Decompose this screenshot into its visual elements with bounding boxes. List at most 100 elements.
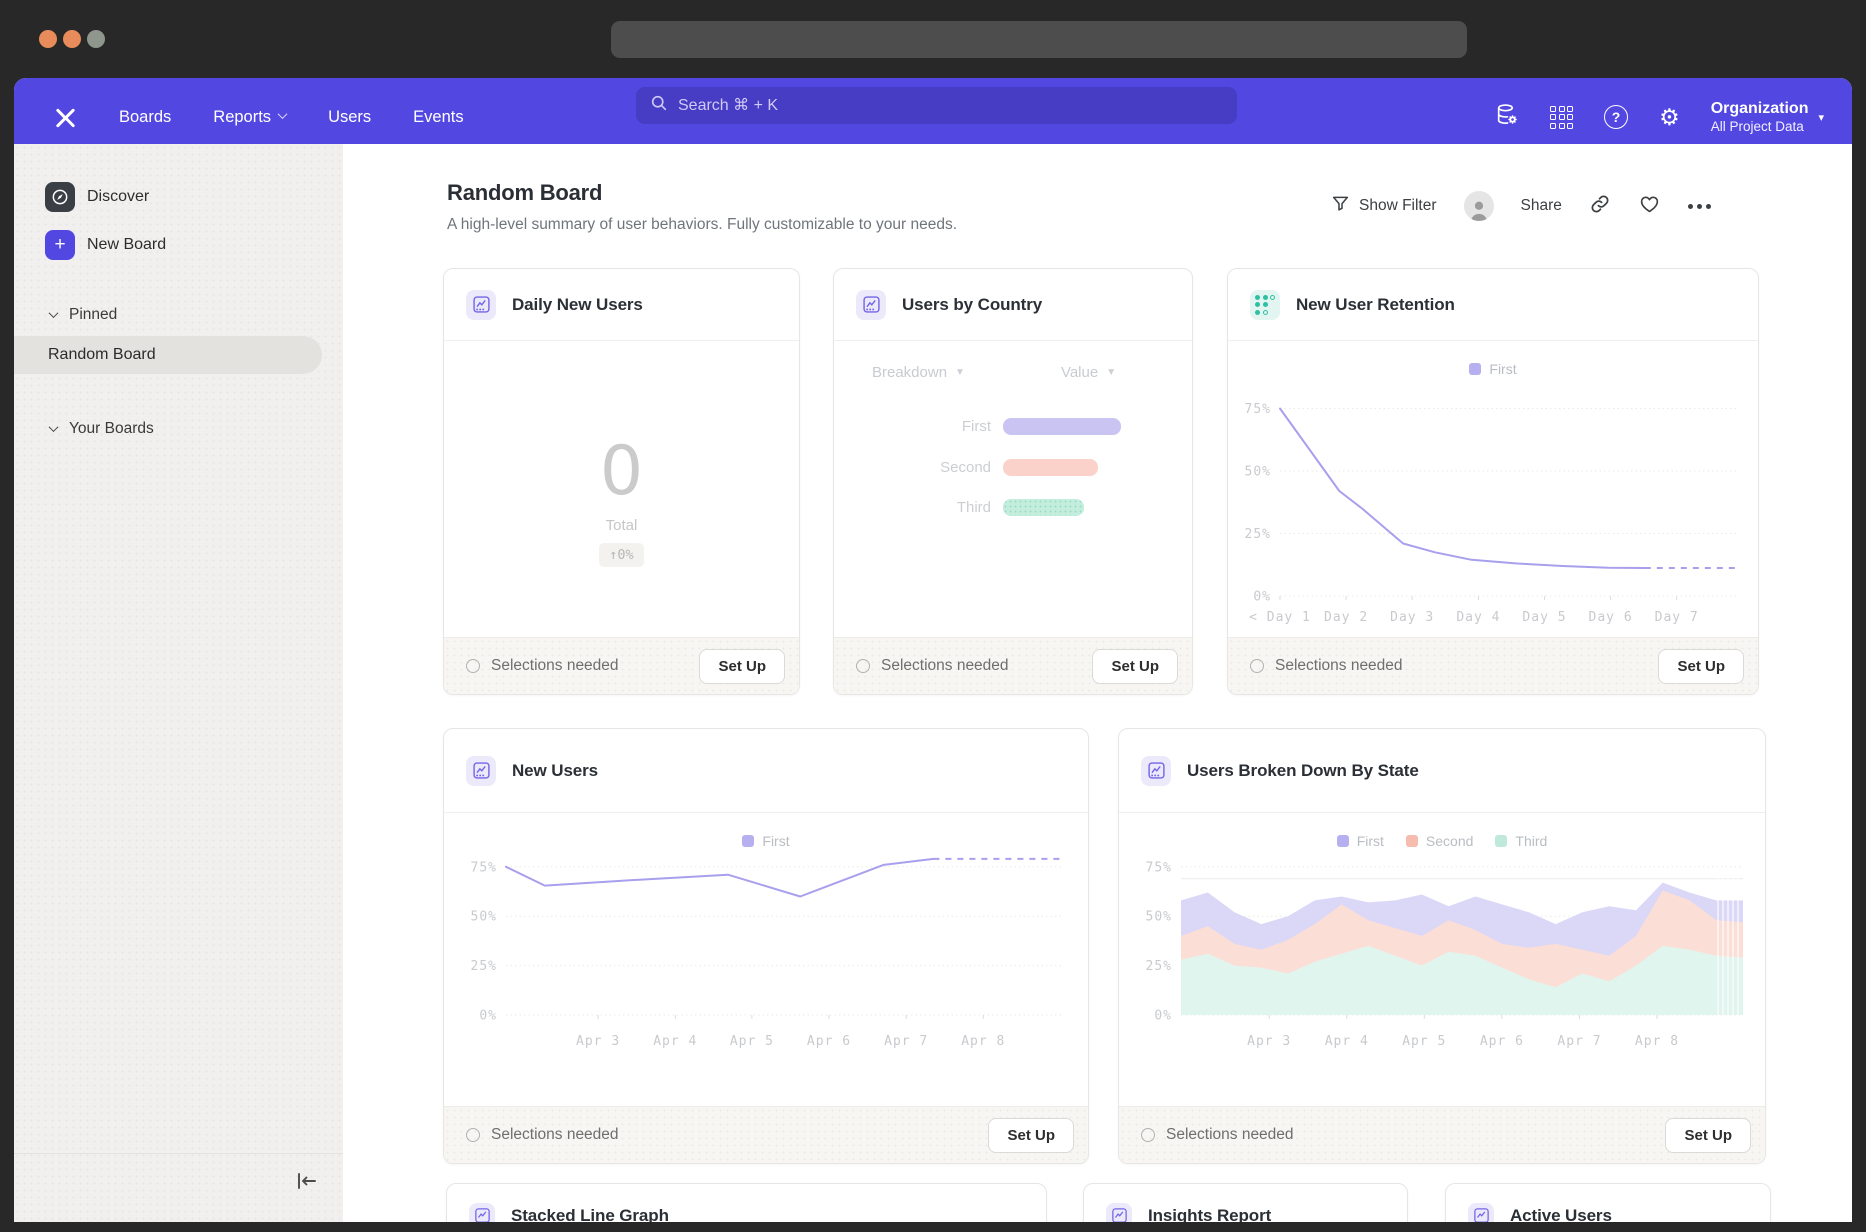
bar-row: Second — [834, 459, 1098, 476]
metric-label: Total — [444, 517, 799, 534]
card-title: Active Users — [1510, 1206, 1612, 1223]
x-tick-label: Apr 7 — [884, 1034, 928, 1049]
y-tick-label: 25% — [1245, 527, 1271, 542]
y-tick-label: 75% — [1245, 402, 1271, 417]
y-tick-label: 0% — [1154, 1009, 1172, 1024]
breakdown-dropdown[interactable]: Breakdown▼ — [872, 364, 965, 381]
x-tick-label: Apr 3 — [576, 1034, 620, 1049]
card-users-by-country: Users by Country Breakdown▼ Value▼ First… — [833, 268, 1193, 695]
y-tick-label: 50% — [471, 910, 497, 925]
card-title: New User Retention — [1296, 295, 1455, 315]
navbar-right-controls: ? ⚙ Organization All Project Data ▾ — [1494, 99, 1824, 135]
y-tick-label: 0% — [479, 1009, 497, 1024]
page-title: Random Board — [447, 180, 602, 206]
traffic-light-minimize[interactable] — [63, 30, 81, 48]
search-input[interactable] — [678, 97, 1223, 115]
sidebar-item-discover[interactable]: Discover — [45, 182, 149, 212]
card-title: New Users — [512, 761, 598, 781]
legend-swatch — [1469, 363, 1481, 375]
set-up-button[interactable]: Set Up — [1665, 1118, 1751, 1153]
bar-third — [1003, 499, 1084, 516]
y-tick-label: 50% — [1146, 910, 1172, 925]
mixpanel-logo-icon[interactable] — [54, 106, 77, 129]
chart-line — [1280, 409, 1645, 569]
status-text: Selections needed — [491, 657, 619, 675]
sidebar-section-your-boards[interactable]: Your Boards — [50, 420, 154, 438]
x-tick-label: Day 2 — [1324, 610, 1368, 625]
status-circle-icon — [856, 659, 870, 673]
line-chart-icon — [1141, 756, 1171, 786]
compass-icon — [45, 182, 75, 212]
card-title: Stacked Line Graph — [511, 1206, 669, 1223]
line-chart-icon — [469, 1203, 495, 1223]
x-tick-label: Day 4 — [1456, 610, 1500, 625]
line-chart-icon — [1106, 1203, 1132, 1223]
avatar[interactable] — [1464, 191, 1494, 221]
card-footer: Selections needed Set Up — [834, 637, 1192, 694]
bar-second — [1003, 459, 1098, 476]
status-text: Selections needed — [1275, 657, 1403, 675]
set-up-button[interactable]: Set Up — [988, 1118, 1074, 1153]
value-dropdown[interactable]: Value▼ — [1061, 364, 1116, 381]
chevron-down-icon — [49, 308, 59, 318]
sidebar-item-new-board[interactable]: + New Board — [45, 230, 166, 260]
card-title: Daily New Users — [512, 295, 643, 315]
page-subtitle: A high-level summary of user behaviors. … — [447, 216, 957, 234]
set-up-button[interactable]: Set Up — [1658, 649, 1744, 684]
sidebar-section-pinned[interactable]: Pinned — [50, 306, 117, 324]
y-tick-label: 0% — [1253, 590, 1271, 605]
more-options-icon[interactable] — [1688, 204, 1711, 209]
legend-item[interactable]: First — [1469, 361, 1516, 377]
bar-row: First — [834, 418, 1121, 435]
plus-icon: + — [45, 230, 75, 260]
nav-item-boards[interactable]: Boards — [119, 108, 171, 127]
status-circle-icon — [1141, 1128, 1155, 1142]
show-filter-button[interactable]: Show Filter — [1331, 194, 1437, 218]
nav-item-reports[interactable]: Reports — [213, 108, 286, 127]
card-footer: Selections needed Set Up — [1119, 1106, 1765, 1163]
new-users-chart: 75%50%25%0%Apr 3Apr 4Apr 5Apr 6Apr 7Apr … — [456, 841, 1078, 1051]
nav-item-users[interactable]: Users — [328, 108, 371, 127]
collapse-sidebar-icon[interactable] — [295, 1172, 319, 1195]
nav-item-events[interactable]: Events — [413, 108, 463, 127]
card-title: Users by Country — [902, 295, 1042, 315]
set-up-button[interactable]: Set Up — [1092, 649, 1178, 684]
org-name: Organization — [1711, 99, 1809, 118]
status-circle-icon — [466, 1128, 480, 1142]
y-tick-label: 75% — [1146, 860, 1172, 875]
x-tick-label: Day 6 — [1589, 610, 1633, 625]
copy-link-icon[interactable] — [1589, 193, 1611, 220]
card-new-user-retention: New User Retention First 75%50%25%0%< Da… — [1227, 268, 1759, 695]
set-up-button[interactable]: Set Up — [699, 649, 785, 684]
global-search[interactable] — [636, 87, 1237, 124]
data-management-icon[interactable] — [1494, 102, 1519, 132]
retention-grid-icon — [1250, 290, 1280, 320]
settings-gear-icon[interactable]: ⚙ — [1659, 106, 1680, 129]
y-tick-label: 25% — [1146, 959, 1172, 974]
search-icon — [650, 94, 668, 117]
status-circle-icon — [466, 659, 480, 673]
status-text: Selections needed — [491, 1126, 619, 1144]
x-tick-label: Apr 6 — [807, 1034, 851, 1049]
org-switcher[interactable]: Organization All Project Data ▾ — [1711, 99, 1824, 135]
sidebar: Discover + New Board Pinned Random Board… — [14, 144, 343, 1222]
apps-grid-icon[interactable] — [1550, 106, 1573, 129]
share-button[interactable]: Share — [1521, 197, 1562, 215]
x-tick-label: Apr 8 — [961, 1034, 1005, 1049]
top-navbar: Boards Reports Users Events ? ⚙ — [14, 78, 1852, 144]
x-tick-label: < Day 1 — [1249, 610, 1311, 625]
help-icon[interactable]: ? — [1604, 105, 1628, 129]
traffic-light-close[interactable] — [39, 30, 57, 48]
sidebar-item-random-board[interactable]: Random Board — [14, 336, 322, 374]
traffic-light-zoom[interactable] — [87, 30, 105, 48]
funnel-icon — [1331, 194, 1350, 218]
chevron-down-icon: ▼ — [1106, 367, 1116, 378]
favorite-heart-icon[interactable] — [1638, 193, 1661, 220]
bar-row: Third — [834, 499, 1084, 516]
board-controls: Show Filter Share — [1331, 191, 1711, 221]
stacked-area-chart: 75%50%25%0%Apr 3Apr 4Apr 5Apr 6Apr 7Apr … — [1131, 841, 1755, 1051]
card-title: Users Broken Down By State — [1187, 761, 1419, 781]
browser-address-bar[interactable] — [611, 21, 1467, 58]
card-footer: Selections needed Set Up — [444, 1106, 1088, 1163]
metric-value: 0 — [444, 432, 799, 511]
